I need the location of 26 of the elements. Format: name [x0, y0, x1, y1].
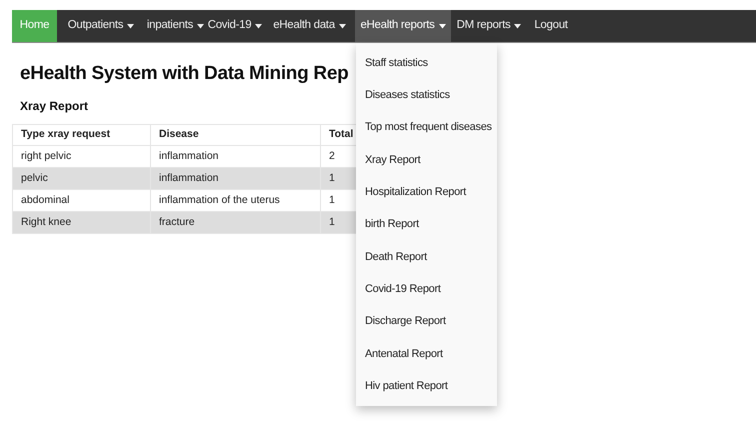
menu-item[interactable]: Death Report [356, 240, 497, 274]
menu-item[interactable]: Antenatal Report [356, 338, 497, 370]
menu-item[interactable]: Diseases statistics [356, 79, 497, 112]
menu-item[interactable]: Hiv patient Report [356, 370, 497, 402]
menu-item[interactable]: Staff statistics [356, 47, 497, 80]
caret-icon [197, 24, 204, 28]
caret-icon [255, 24, 262, 28]
page-title: eHealth System with Data Mining Rep [20, 62, 348, 86]
table-cell: fracture [150, 212, 320, 234]
nav-link[interactable]: DM reports [451, 10, 527, 42]
menu-item[interactable]: Covid-19 Report [356, 273, 497, 306]
nav-link[interactable]: Covid-19 [206, 10, 264, 42]
nav-link[interactable]: eHealth reports [355, 10, 451, 42]
caret-icon [338, 24, 346, 28]
table-cell: Right knee [12, 212, 150, 234]
caret-icon [127, 24, 134, 28]
nav-link[interactable]: Outpatients [57, 10, 145, 42]
caret-icon [438, 24, 446, 28]
caret-icon [514, 24, 522, 28]
column-header: Type xray request [12, 124, 150, 146]
column-header: Disease [150, 124, 320, 146]
nav-link[interactable]: inpatients [145, 10, 206, 42]
report-title: Xray Report [20, 98, 90, 114]
menu-item[interactable]: Discharge Report [356, 305, 497, 338]
nav-link[interactable]: eHealth data [264, 10, 355, 42]
nav-link[interactable]: Logout [527, 10, 575, 42]
